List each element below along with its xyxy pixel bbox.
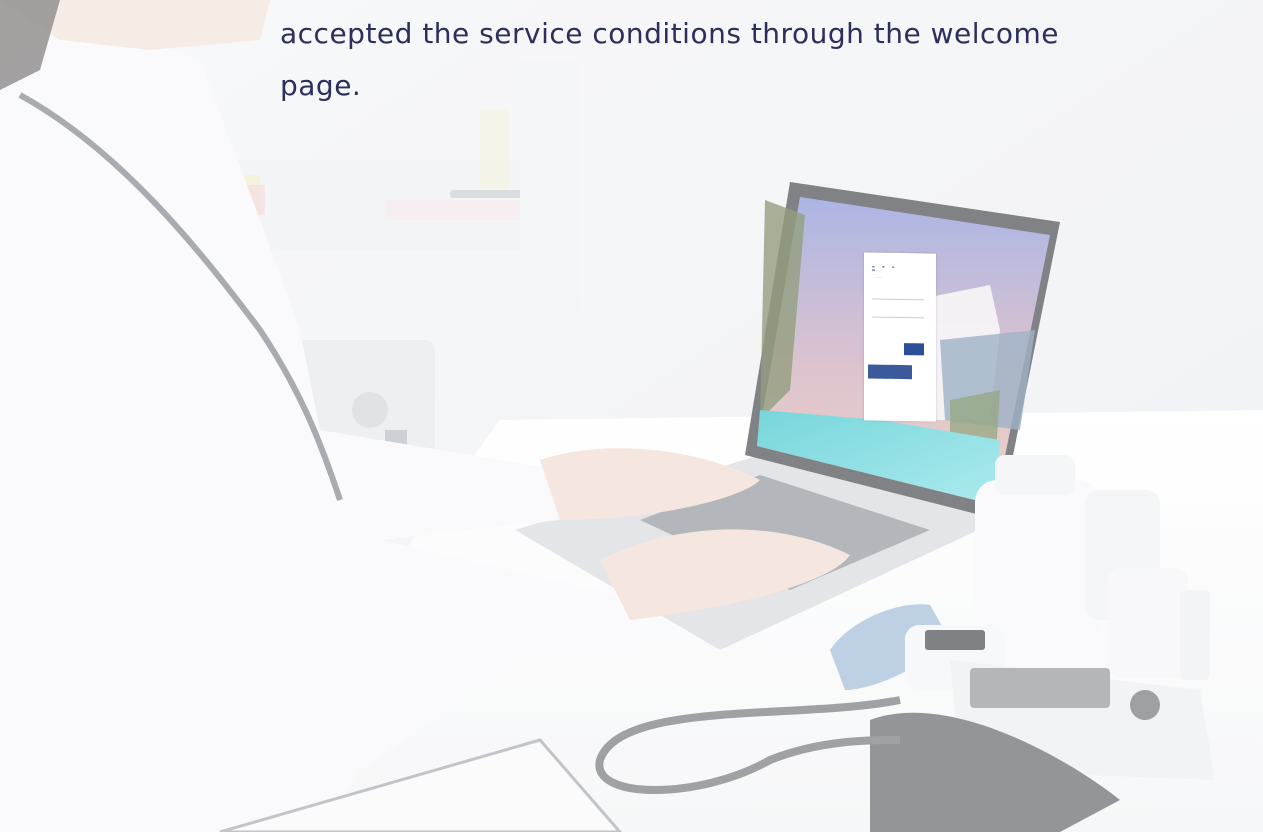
login-tabs: ▬ ▬ ▬ <box>872 262 932 272</box>
tab-active: ▬ <box>872 262 875 271</box>
terms-text <box>866 392 930 393</box>
tab-3: ▬ <box>891 264 895 269</box>
background-photo <box>0 0 1263 832</box>
username-field <box>872 290 924 301</box>
submit-button <box>904 343 924 356</box>
social-login-button <box>868 364 912 380</box>
caption-text: accepted the service conditions through … <box>280 8 1180 112</box>
tab-2: ▬ <box>881 264 885 269</box>
caption-line-2: page. <box>280 69 362 102</box>
caption-line-1: accepted the service conditions through … <box>280 17 1060 50</box>
screen-login-card: ▬ ▬ ▬ ——— <box>864 252 936 422</box>
password-field <box>872 308 924 319</box>
login-hint: ——— <box>874 276 882 280</box>
